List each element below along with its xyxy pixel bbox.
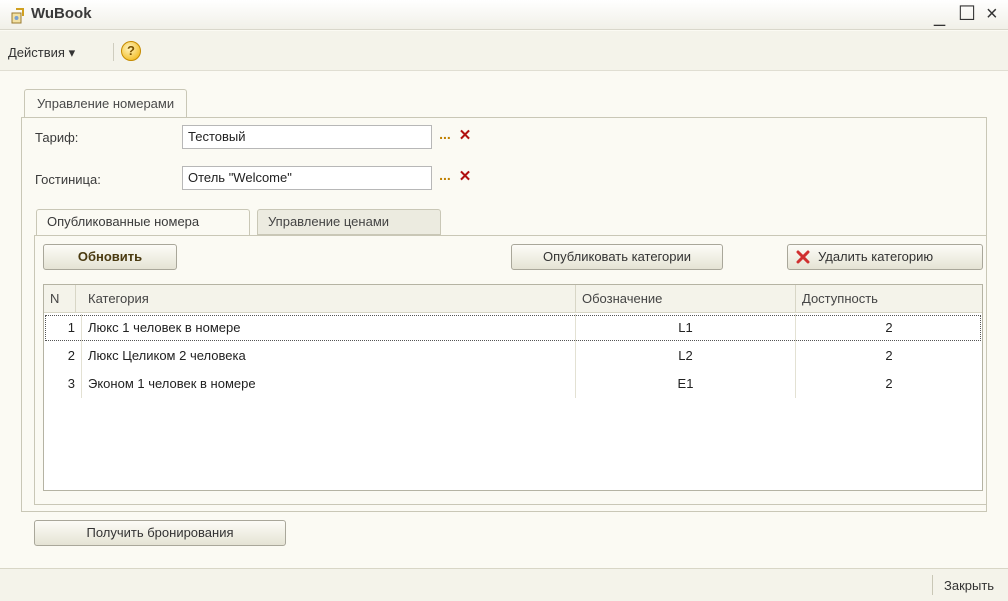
actions-menu-label: Действия (8, 45, 65, 60)
row-availability: 2 (885, 320, 893, 335)
row-number: 2 (44, 342, 82, 370)
toolbar: Действия ▾ ? (0, 31, 1008, 71)
tab-room-management[interactable]: Управление номерами (24, 89, 188, 118)
maximize-icon[interactable]: ☐ (958, 4, 976, 24)
row-code: L2 (576, 342, 796, 370)
column-header-category[interactable]: Категория (82, 285, 576, 313)
row-number: 3 (44, 370, 82, 398)
actions-menu[interactable]: Действия ▾ (8, 45, 75, 61)
status-bar: Закрыть (0, 568, 1008, 601)
tab-price-management[interactable]: Управление ценами (257, 209, 441, 235)
row-category: Люкс Целиком 2 человека (82, 342, 576, 370)
publish-categories-button[interactable]: Опубликовать категории (511, 244, 723, 270)
get-bookings-button[interactable]: Получить бронирования (34, 520, 286, 546)
hotel-select-button[interactable]: ... (435, 167, 455, 189)
delete-category-button[interactable]: Удалить категорию (787, 244, 983, 270)
delete-category-label: Удалить категорию (818, 249, 934, 264)
close-button[interactable]: Закрыть (944, 578, 994, 593)
toolbar-divider (113, 43, 114, 61)
title-bar: WuBook _ ☐ × (0, 0, 1008, 30)
tariff-select-button[interactable]: ... (435, 126, 455, 148)
hotel-clear-icon[interactable]: ✕ (456, 167, 474, 189)
table-header: N Категория Обозначение Доступность (44, 285, 982, 313)
refresh-button[interactable]: Обновить (43, 244, 177, 270)
row-availability: 2 (885, 348, 893, 363)
row-code: E1 (576, 370, 796, 398)
help-icon[interactable]: ? (121, 41, 141, 61)
hotel-label: Гостиница: (35, 172, 101, 187)
table-row[interactable]: 3 Эконом 1 человек в номере E1 2 (44, 370, 982, 398)
wubook-window: WuBook _ ☐ × Действия ▾ ? Управление ном… (0, 0, 1008, 601)
delete-icon (796, 250, 810, 264)
tariff-clear-icon[interactable]: ✕ (456, 126, 474, 148)
row-code: L1 (576, 314, 796, 342)
table-row[interactable]: 1 Люкс 1 человек в номере L1 2 (44, 314, 982, 342)
categories-table: N Категория Обозначение Доступность 1 Лю… (43, 284, 983, 491)
hotel-field[interactable]: Отель "Welcome" (182, 166, 432, 190)
app-icon (11, 8, 24, 24)
status-divider (932, 575, 933, 595)
row-availability: 2 (885, 376, 893, 391)
window-title: WuBook (31, 5, 92, 22)
column-header-availability[interactable]: Доступность (796, 285, 982, 313)
row-category: Люкс 1 человек в номере (82, 314, 576, 342)
minimize-icon[interactable]: _ (934, 6, 945, 26)
table-row[interactable]: 2 Люкс Целиком 2 человека L2 2 (44, 342, 982, 370)
tab-published-rooms[interactable]: Опубликованные номера (36, 209, 250, 237)
tariff-label: Тариф: (35, 130, 79, 145)
close-window-icon[interactable]: × (986, 4, 998, 24)
column-header-n[interactable]: N (44, 285, 76, 313)
row-number: 1 (44, 314, 82, 342)
row-category: Эконом 1 человек в номере (82, 370, 576, 398)
column-header-code[interactable]: Обозначение (576, 285, 796, 313)
tariff-field[interactable]: Тестовый (182, 125, 432, 149)
chevron-down-icon: ▾ (68, 45, 76, 60)
